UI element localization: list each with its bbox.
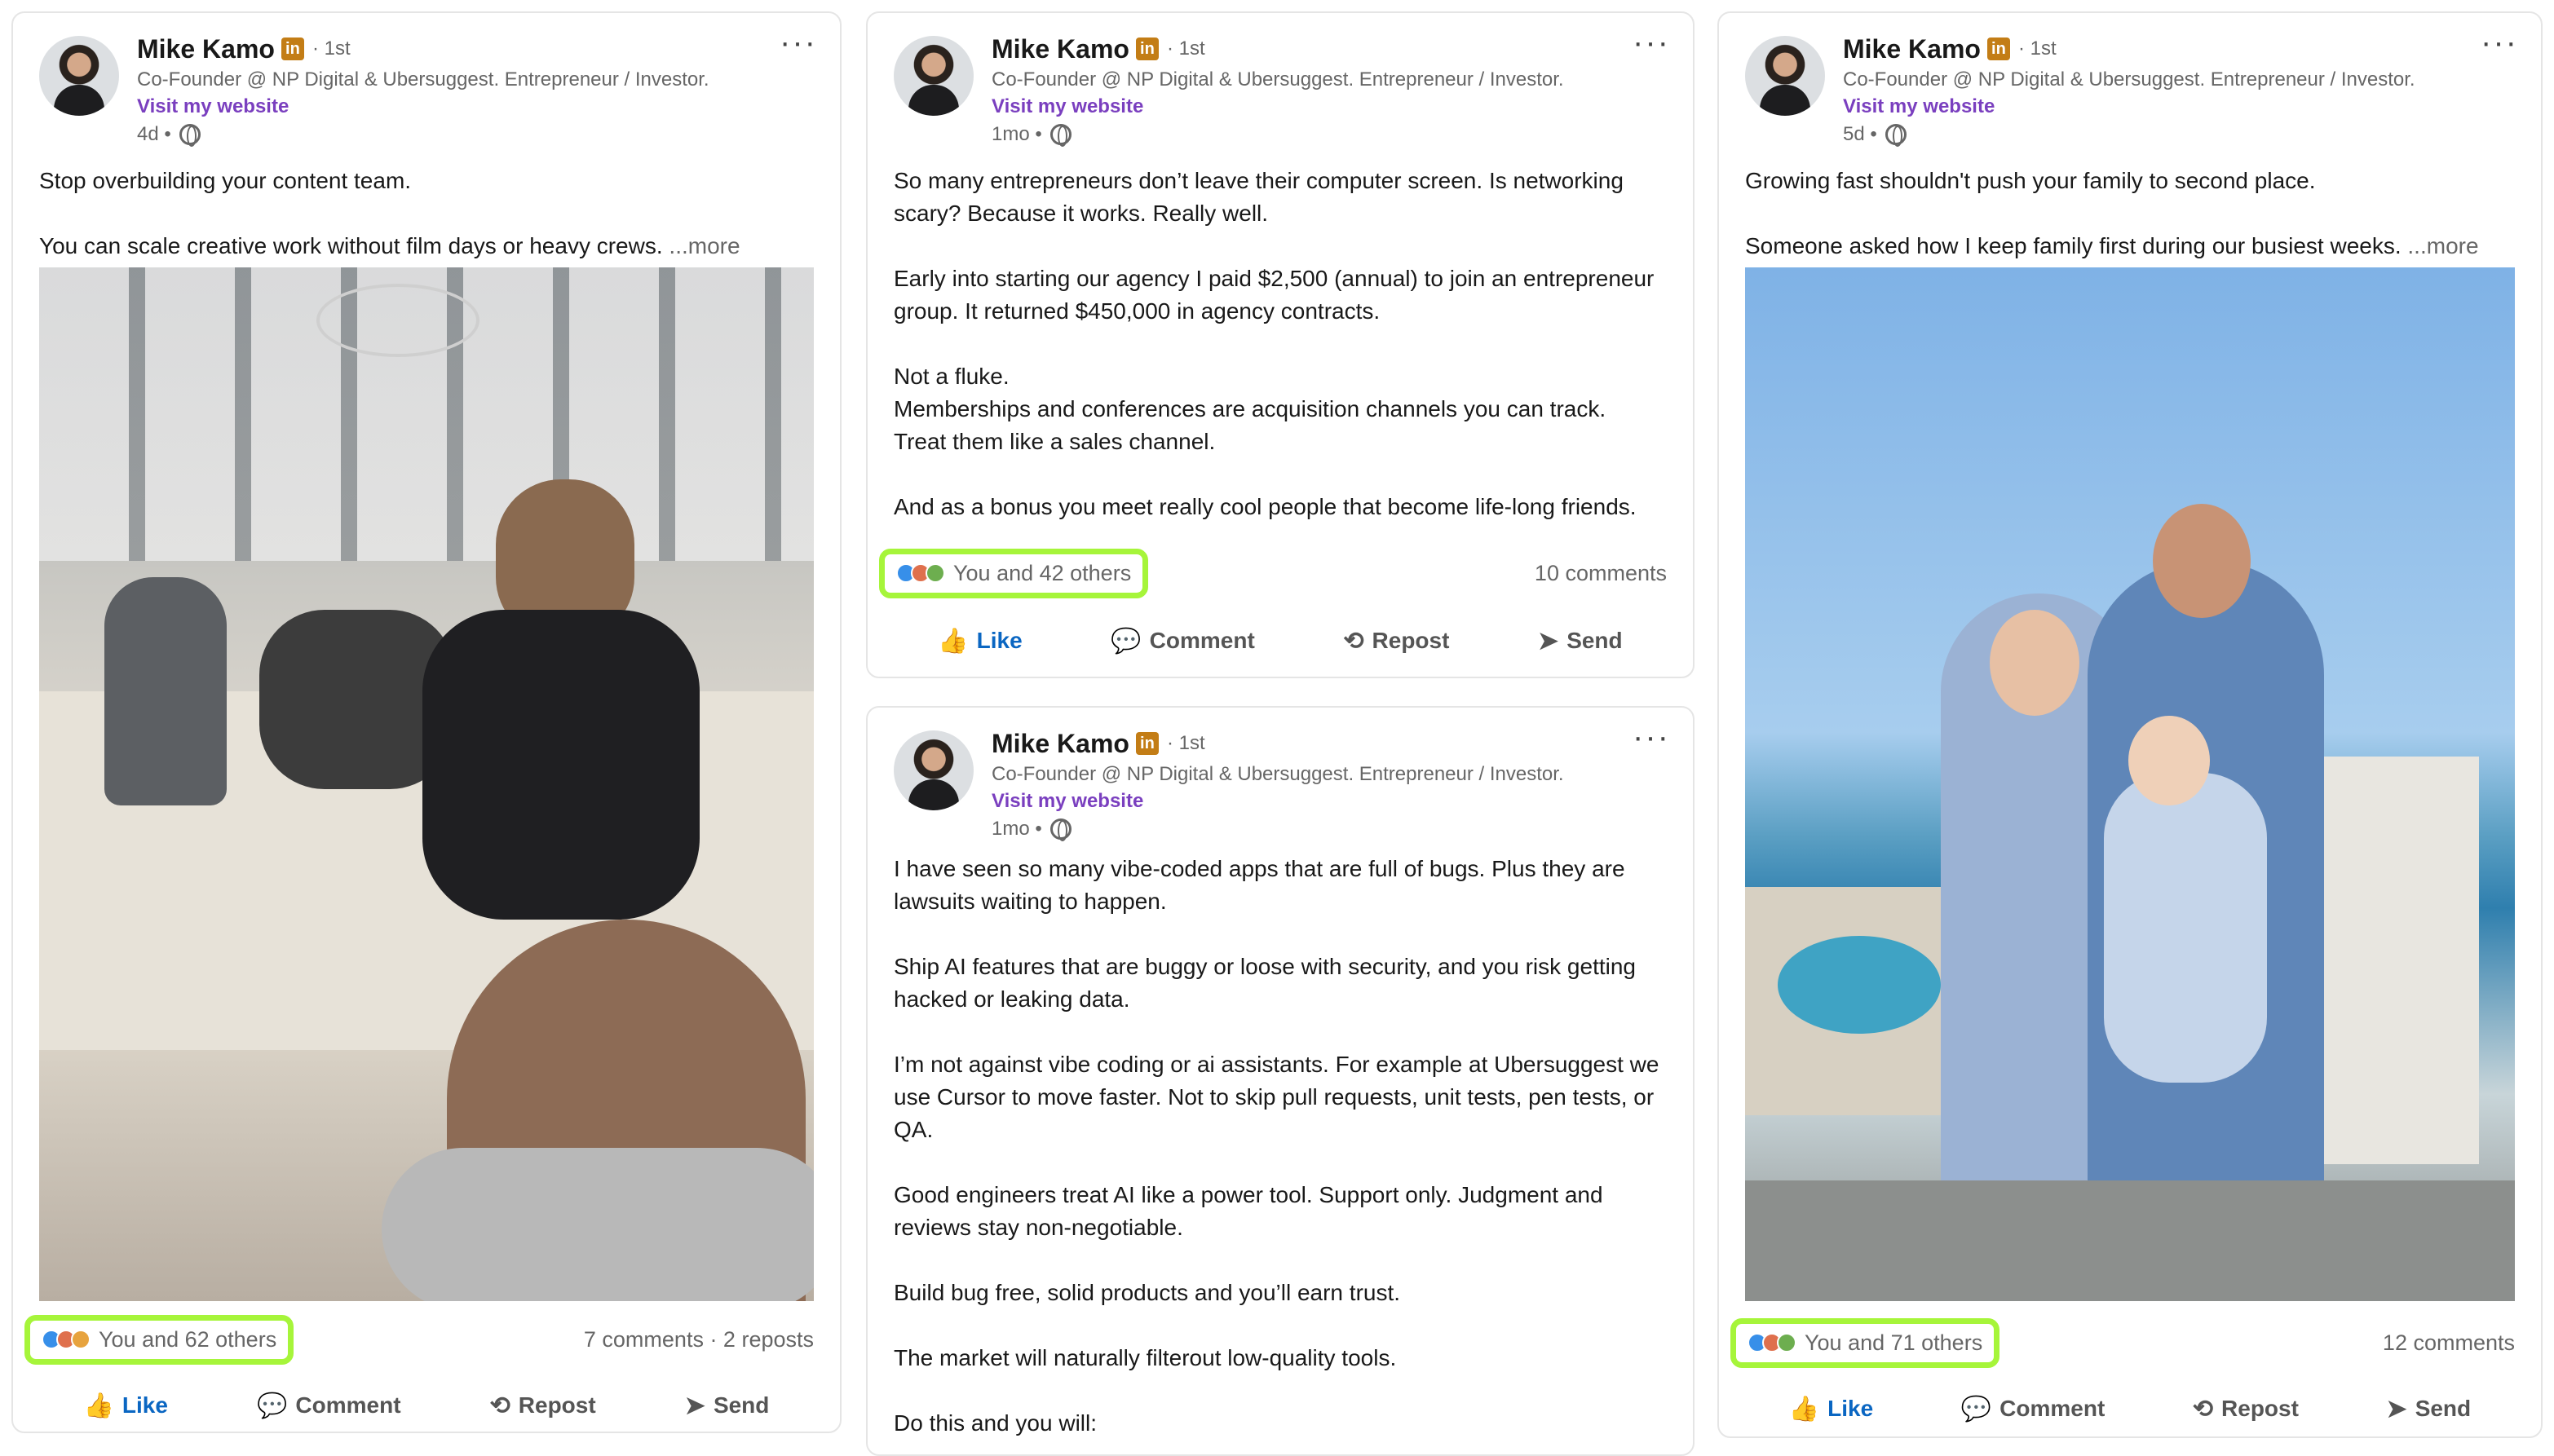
comment-button[interactable]: 💬 Comment	[257, 1392, 400, 1420]
globe-icon	[179, 124, 201, 147]
send-icon: ➤	[1538, 627, 1559, 655]
globe-icon	[1049, 124, 1072, 147]
comment-button[interactable]: 💬 Comment	[1111, 627, 1254, 655]
globe-icon	[1049, 818, 1072, 841]
post-text: Growing fast shouldn't push your family …	[1745, 168, 2479, 258]
repost-button[interactable]: ⟲ Repost	[1343, 627, 1449, 655]
comments-reposts-count[interactable]: 7 comments · 2 reposts	[584, 1327, 814, 1352]
post-text: I have seen so many vibe-coded apps that…	[894, 856, 1659, 1436]
send-button[interactable]: ➤ Send	[1538, 627, 1623, 655]
author-avatar[interactable]	[1745, 36, 1825, 116]
reactions-count: You and 62 others	[99, 1326, 277, 1352]
thumbs-up-icon: 👍	[1788, 1395, 1820, 1423]
comment-icon: 💬	[1111, 627, 1142, 655]
repost-icon: ⟲	[2192, 1395, 2214, 1423]
repost-icon: ⟲	[489, 1392, 510, 1419]
visit-website-link[interactable]: Visit my website	[137, 93, 807, 121]
visit-website-link[interactable]: Visit my website	[992, 788, 1660, 815]
author-avatar[interactable]	[894, 36, 974, 116]
linkedin-premium-icon: in	[1135, 732, 1159, 755]
post-text: So many entrepreneurs don’t leave their …	[894, 168, 1655, 519]
send-button[interactable]: ➤ Send	[685, 1392, 770, 1420]
connection-degree: · 1st	[1166, 732, 1205, 754]
linkedin-premium-icon: in	[281, 38, 304, 60]
post-text: Stop overbuilding your content team. You…	[39, 168, 740, 258]
post-photo[interactable]	[1745, 267, 2515, 1301]
author-name[interactable]: Mike Kamo	[992, 34, 1129, 64]
send-icon: ➤	[2386, 1395, 2407, 1423]
support-reaction-icon	[926, 563, 945, 583]
author-headline: Co-Founder @ NP Digital & Ubersuggest. E…	[137, 68, 709, 90]
reactions-summary[interactable]: You and 42 others	[879, 548, 1149, 598]
more-options-icon[interactable]: ···	[1633, 721, 1670, 753]
comments-count[interactable]: 10 comments	[1535, 561, 1667, 586]
thumbs-up-icon: 👍	[938, 627, 969, 655]
repost-button[interactable]: ⟲ Repost	[2193, 1395, 2299, 1423]
post-time: 5d •	[1843, 123, 1877, 145]
post-card-3: Mike Kamo in · 1st Co-Founder @ NP Digit…	[866, 706, 1695, 1456]
author-headline: Co-Founder @ NP Digital & Ubersuggest. E…	[1843, 68, 2415, 90]
send-button[interactable]: ➤ Send	[2387, 1395, 2472, 1423]
post-time: 4d •	[137, 123, 171, 145]
author-headline: Co-Founder @ NP Digital & Ubersuggest. E…	[992, 68, 1564, 90]
author-name[interactable]: Mike Kamo	[992, 729, 1129, 759]
like-button[interactable]: 👍 Like	[84, 1392, 168, 1420]
reactions-summary[interactable]: You and 62 others	[24, 1314, 294, 1365]
celebrate-reaction-icon	[71, 1330, 91, 1349]
reactions-count: You and 71 others	[1805, 1330, 1983, 1355]
connection-degree: · 1st	[312, 38, 351, 60]
author-name[interactable]: Mike Kamo	[137, 34, 275, 64]
connection-degree: · 1st	[1166, 38, 1205, 60]
like-button[interactable]: 👍 Like	[938, 627, 1022, 655]
author-avatar[interactable]	[39, 36, 119, 116]
reactions-count: You and 42 others	[953, 560, 1132, 585]
connection-degree: · 1st	[2017, 38, 2057, 60]
post-photo[interactable]	[39, 267, 814, 1301]
author-headline: Co-Founder @ NP Digital & Ubersuggest. E…	[992, 763, 1564, 785]
comment-icon: 💬	[1960, 1395, 1992, 1423]
linkedin-premium-icon: in	[1986, 38, 2010, 60]
visit-website-link[interactable]: Visit my website	[1843, 93, 2508, 121]
post-time: 1mo •	[992, 123, 1042, 145]
more-options-icon[interactable]: ···	[1633, 26, 1670, 59]
thumbs-up-icon: 👍	[83, 1392, 114, 1419]
reactions-summary[interactable]: You and 71 others	[1730, 1317, 2000, 1368]
support-reaction-icon	[1777, 1333, 1796, 1352]
linkedin-premium-icon: in	[1135, 38, 1159, 60]
like-button[interactable]: 👍 Like	[1789, 1395, 1873, 1423]
author-avatar[interactable]	[894, 730, 974, 810]
more-options-icon[interactable]: ···	[2481, 26, 2518, 59]
post-card-4: Mike Kamo in · 1st Co-Founder @ NP Digit…	[1717, 11, 2543, 1438]
comments-count[interactable]: 12 comments	[2383, 1330, 2515, 1356]
globe-icon	[1885, 124, 1907, 147]
post-time: 1mo •	[992, 818, 1042, 840]
repost-icon: ⟲	[1343, 627, 1364, 655]
visit-website-link[interactable]: Visit my website	[992, 93, 1660, 121]
comment-icon: 💬	[257, 1392, 288, 1419]
see-more-link[interactable]: ...more	[669, 233, 740, 258]
post-card-1: Mike Kamo in · 1st Co-Founder @ NP Digit…	[11, 11, 842, 1433]
send-icon: ➤	[684, 1392, 705, 1419]
post-card-2: Mike Kamo in · 1st Co-Founder @ NP Digit…	[866, 11, 1695, 678]
more-options-icon[interactable]: ···	[780, 26, 817, 59]
see-more-link[interactable]: ...more	[2407, 233, 2478, 258]
comment-button[interactable]: 💬 Comment	[1961, 1395, 2105, 1423]
repost-button[interactable]: ⟲ Repost	[490, 1392, 596, 1420]
author-name[interactable]: Mike Kamo	[1843, 34, 1981, 64]
